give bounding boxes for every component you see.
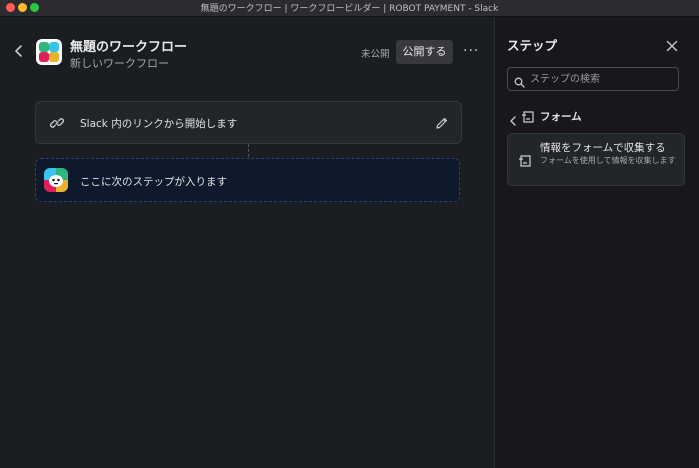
close-icon[interactable]	[666, 37, 678, 52]
step-search-input[interactable]	[530, 68, 670, 90]
steps-panel-title: ステップ	[507, 38, 558, 53]
publish-button[interactable]: 公開する	[396, 40, 453, 64]
workflow-logo-icon	[36, 39, 62, 65]
trigger-step-card[interactable]: Slack 内のリンクから開始します	[35, 101, 462, 144]
trigger-step-label: Slack 内のリンクから開始します	[80, 118, 238, 130]
robot-icon	[44, 168, 68, 192]
step-item-description: フォームを使用して情報を収集します	[540, 156, 676, 165]
step-search[interactable]	[507, 67, 679, 91]
step-item-name: 情報をフォームで収集する	[540, 142, 666, 154]
steps-panel: ステップ フォーム 情報をフォームで収集する フォームを使用して情報を収集します	[494, 17, 699, 468]
form-icon	[518, 153, 532, 172]
window-titlebar: 無題のワークフロー | ワークフロービルダー | ROBOT PAYMENT -…	[0, 0, 699, 17]
next-step-label: ここに次のステップが入ります	[80, 176, 227, 188]
back-button[interactable]	[12, 43, 26, 57]
pencil-icon[interactable]	[435, 115, 449, 134]
window-title: 無題のワークフロー | ワークフロービルダー | ROBOT PAYMENT -…	[200, 4, 499, 14]
breadcrumb-label: フォーム	[540, 111, 582, 123]
link-icon	[49, 115, 65, 134]
form-icon	[521, 109, 535, 128]
publish-status: 未公開	[361, 49, 390, 60]
workflow-title[interactable]: 無題のワークフロー	[70, 36, 187, 55]
workflow-subtitle: 新しいワークフロー	[70, 57, 169, 70]
chevron-left-icon	[15, 45, 22, 57]
more-options-button[interactable]: ···	[463, 44, 479, 58]
step-connector	[248, 144, 249, 157]
chevron-left-icon[interactable]	[509, 111, 517, 130]
step-item-form[interactable]: 情報をフォームで収集する フォームを使用して情報を収集します	[507, 133, 685, 186]
search-icon	[514, 73, 525, 92]
next-step-placeholder[interactable]: ここに次のステップが入ります	[35, 158, 460, 202]
workflow-builder-main: 無題のワークフロー 新しいワークフロー 未公開 公開する ··· Slack 内…	[0, 17, 494, 468]
